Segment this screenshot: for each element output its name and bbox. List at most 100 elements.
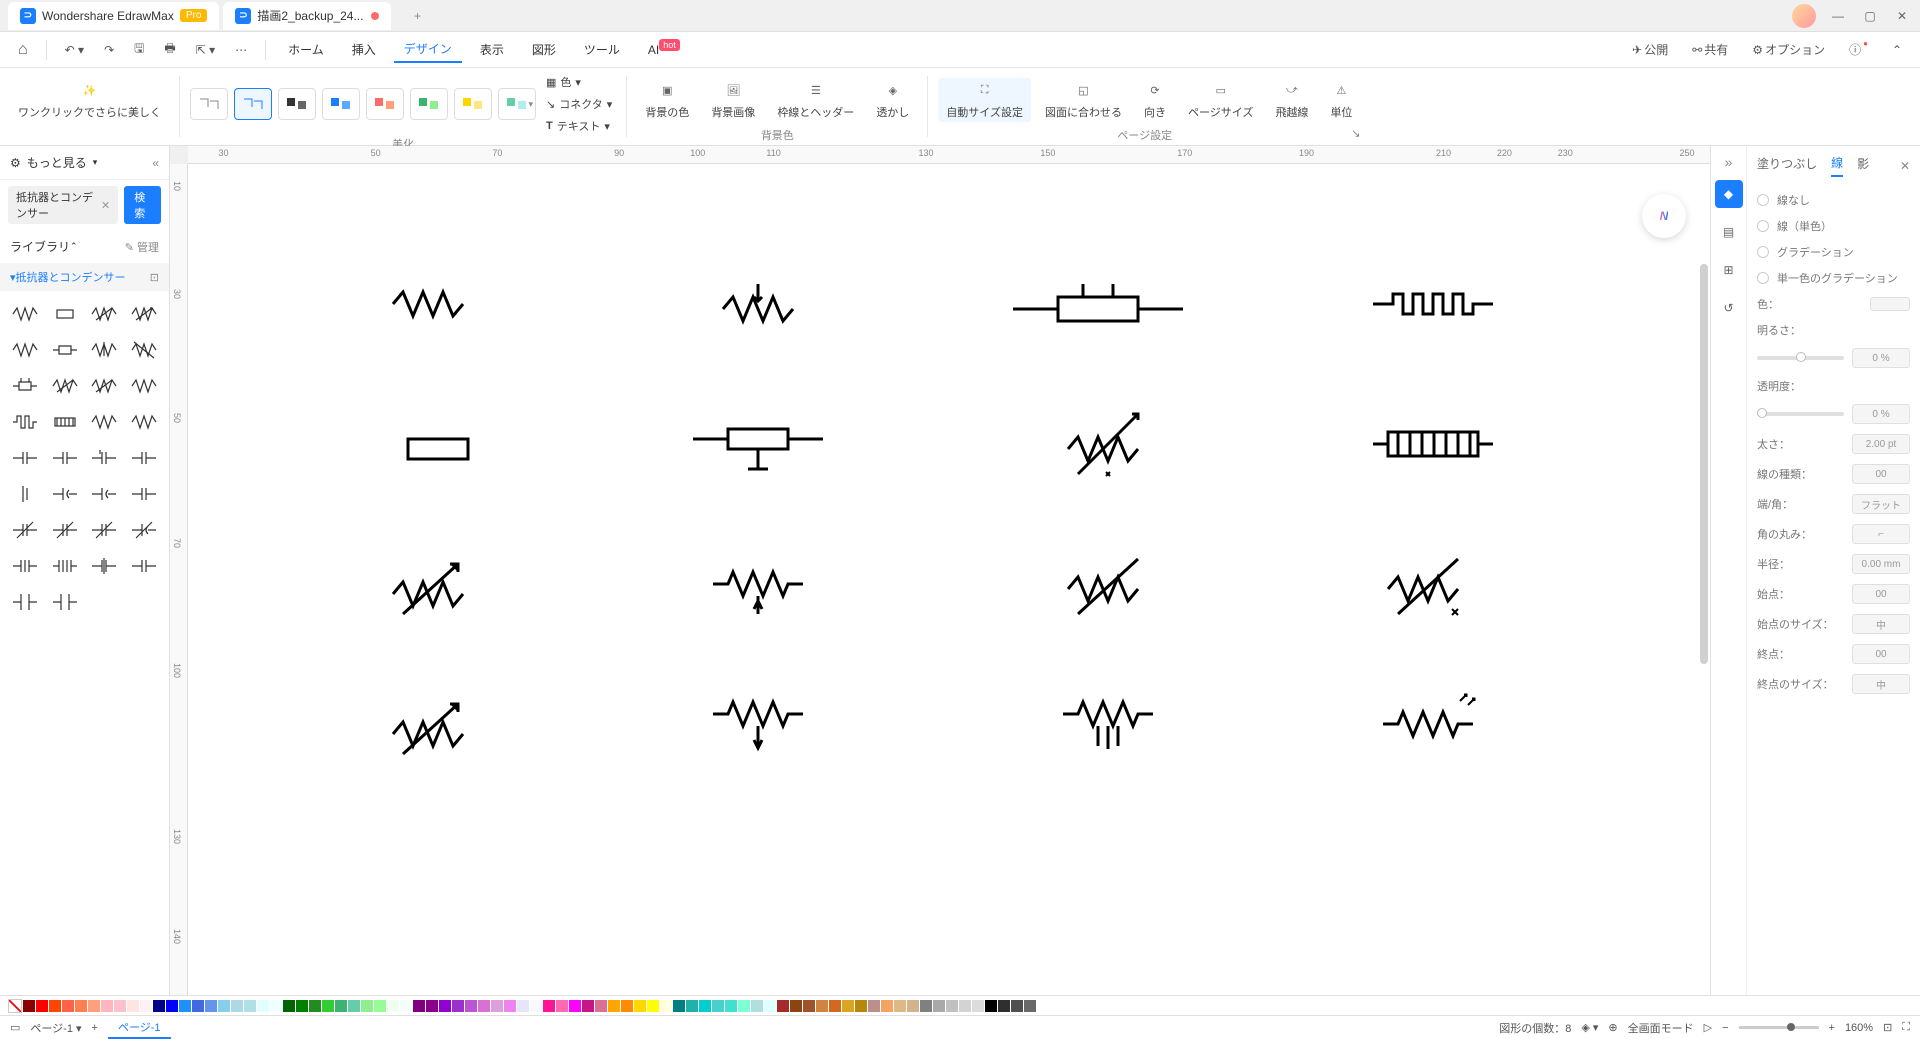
shape-cap12[interactable]: [125, 513, 163, 547]
pages-icon[interactable]: ▭: [10, 1021, 20, 1034]
theme-7[interactable]: [454, 88, 492, 120]
brightness-value[interactable]: 0 %: [1852, 348, 1910, 368]
library-category[interactable]: ▾ 抵抗器とコンデンサー ⊡: [0, 263, 169, 291]
color-swatch[interactable]: [114, 1000, 126, 1012]
color-swatch[interactable]: [36, 1000, 48, 1012]
color-swatch[interactable]: [179, 1000, 191, 1012]
color-swatch[interactable]: [205, 1000, 217, 1012]
color-swatch[interactable]: [998, 1000, 1010, 1012]
color-swatch[interactable]: [140, 1000, 152, 1012]
color-swatch[interactable]: [465, 1000, 477, 1012]
color-swatch[interactable]: [699, 1000, 711, 1012]
canvas-shape[interactable]: [1008, 279, 1188, 332]
connector-dropdown[interactable]: ↘コネクタ ▾: [542, 94, 616, 114]
cap-value[interactable]: フラット: [1852, 494, 1910, 514]
fit-drawing-button[interactable]: ◱図面に合わせる: [1037, 78, 1130, 122]
corner-value[interactable]: ⌐: [1852, 524, 1910, 544]
history-panel-icon[interactable]: ↺: [1715, 294, 1743, 322]
page-dropdown[interactable]: ページ-1 ▾: [30, 1020, 81, 1036]
color-swatch[interactable]: [959, 1000, 971, 1012]
text-dropdown[interactable]: Tテキスト ▾: [542, 116, 616, 136]
canvas-shape[interactable]: [1058, 404, 1158, 487]
color-swatch[interactable]: [595, 1000, 607, 1012]
notification-button[interactable]: ⓘ●: [1843, 37, 1874, 62]
auto-size-button[interactable]: ⛶自動サイズ設定: [938, 78, 1031, 122]
zoom-in-button[interactable]: +: [1829, 1022, 1835, 1034]
app-tab[interactable]: ⊃ Wondershare EdrawMax Pro: [8, 2, 219, 30]
export-button[interactable]: ⇱ ▾: [190, 39, 221, 61]
color-swatch[interactable]: [933, 1000, 945, 1012]
start-value[interactable]: 00: [1852, 584, 1910, 604]
close-right-icon[interactable]: ✕: [1900, 159, 1910, 173]
more-dropdown[interactable]: もっと見る: [27, 154, 87, 171]
color-swatch[interactable]: [478, 1000, 490, 1012]
vertical-scrollbar[interactable]: [1700, 264, 1708, 664]
color-swatch[interactable]: [387, 1000, 399, 1012]
gear-icon[interactable]: ⚙: [10, 156, 21, 170]
theme-8[interactable]: ▾: [498, 88, 536, 120]
color-swatch[interactable]: [829, 1000, 841, 1012]
opacity-value[interactable]: 0 %: [1852, 404, 1910, 424]
color-swatch[interactable]: [647, 1000, 659, 1012]
color-swatch[interactable]: [270, 1000, 282, 1012]
color-swatch[interactable]: [543, 1000, 555, 1012]
color-swatch[interactable]: [75, 1000, 87, 1012]
fill-panel-icon[interactable]: ◆: [1715, 180, 1743, 208]
layers-icon[interactable]: ◈ ▾: [1581, 1021, 1598, 1034]
shape-cap9[interactable]: [6, 513, 44, 547]
close-button[interactable]: ✕: [1892, 9, 1912, 23]
color-dropdown[interactable]: ▦色 ▾: [542, 72, 616, 92]
canvas-shape[interactable]: [388, 554, 478, 627]
watermark-button[interactable]: ◈透かし: [868, 78, 917, 122]
shape-cap3[interactable]: [86, 441, 124, 475]
color-swatch[interactable]: [491, 1000, 503, 1012]
shape-r6[interactable]: [46, 333, 84, 367]
canvas-shape[interactable]: [388, 694, 478, 767]
color-swatch[interactable]: [244, 1000, 256, 1012]
color-swatch[interactable]: [166, 1000, 178, 1012]
canvas-shape[interactable]: [1058, 549, 1158, 627]
color-swatch[interactable]: [803, 1000, 815, 1012]
color-swatch[interactable]: [569, 1000, 581, 1012]
options-button[interactable]: ⚙ オプション: [1746, 37, 1831, 62]
end-size-value[interactable]: 中: [1852, 674, 1910, 694]
shape-r11[interactable]: [86, 369, 124, 403]
color-swatch[interactable]: [49, 1000, 61, 1012]
color-swatch[interactable]: [660, 1000, 672, 1012]
color-swatch[interactable]: [894, 1000, 906, 1012]
frame-header-button[interactable]: ☰枠線とヘッダー: [769, 78, 862, 122]
color-swatch[interactable]: [127, 1000, 139, 1012]
color-swatch[interactable]: [530, 1000, 542, 1012]
shape-c14[interactable]: [46, 549, 84, 583]
theme-5[interactable]: [366, 88, 404, 120]
color-swatch[interactable]: [1024, 1000, 1036, 1012]
shape-c15[interactable]: [86, 549, 124, 583]
color-swatch[interactable]: [88, 1000, 100, 1012]
line-gradient-radio[interactable]: グラデーション: [1757, 239, 1910, 265]
color-swatch[interactable]: [23, 1000, 35, 1012]
shape-cap1[interactable]: [6, 441, 44, 475]
zoom-slider[interactable]: [1739, 1026, 1819, 1029]
collapse-ribbon-button[interactable]: ⌃: [1886, 39, 1908, 61]
color-swatch[interactable]: [361, 1000, 373, 1012]
shape-cap2[interactable]: [46, 441, 84, 475]
line-solid-radio[interactable]: 線（単色）: [1757, 213, 1910, 239]
color-swatch[interactable]: [62, 1000, 74, 1012]
more-button[interactable]: ⋯: [229, 39, 253, 61]
print-button[interactable]: 🖶: [158, 35, 181, 64]
color-swatch[interactable]: [686, 1000, 698, 1012]
bg-color-button[interactable]: ▣背景の色: [637, 78, 697, 122]
color-swatch[interactable]: [335, 1000, 347, 1012]
canvas-shape[interactable]: [688, 419, 828, 482]
shape-c16[interactable]: [125, 549, 163, 583]
theme-2[interactable]: [234, 88, 272, 120]
tab-line[interactable]: 線: [1831, 154, 1843, 177]
shape-resistor-arrow[interactable]: [86, 297, 124, 331]
start-size-value[interactable]: 中: [1852, 614, 1910, 634]
layout-panel-icon[interactable]: ⊞: [1715, 256, 1743, 284]
color-swatch[interactable]: [608, 1000, 620, 1012]
color-swatch[interactable]: [751, 1000, 763, 1012]
color-swatch[interactable]: [153, 1000, 165, 1012]
shape-cap7[interactable]: [86, 477, 124, 511]
fit-width-icon[interactable]: ⊡: [1883, 1021, 1892, 1034]
